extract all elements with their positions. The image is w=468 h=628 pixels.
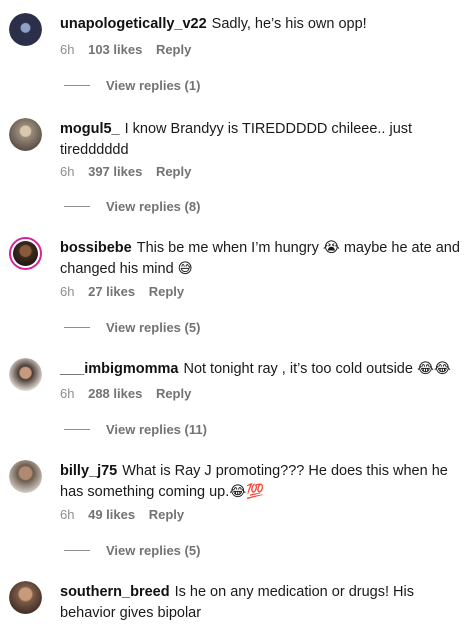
view-replies-button[interactable]: View replies (1) [64,78,200,93]
avatar[interactable] [9,237,42,270]
comment-username[interactable]: bossibebe [60,240,132,256]
avatar-image [9,13,42,46]
comment-likes[interactable]: 27 likes [88,284,135,299]
comment-text-block: bossibebe This be me when I’m hungry 😭 ma… [60,238,460,280]
comment-text-block: billy_j75 What is Ray J promoting??? He d… [60,461,460,503]
avatar-image [9,358,42,391]
comment-meta: 6h 27 likes Reply [60,284,194,299]
comment-username[interactable]: unapologetically_v22 [60,16,207,32]
comment-likes[interactable]: 103 likes [88,42,142,57]
comment-username[interactable]: mogul5_ [60,121,120,137]
comment-meta: 6h 288 likes Reply [60,386,201,401]
reply-button[interactable]: Reply [149,507,184,522]
comment-body: Not tonight ray , it’s too cold outside … [183,361,451,377]
view-replies-label: View replies (11) [106,422,207,437]
comment-body: Sadly, he’s his own opp! [211,16,367,32]
reply-button[interactable]: Reply [149,284,184,299]
comment-username[interactable]: billy_j75 [60,463,117,479]
reply-button[interactable]: Reply [156,164,191,179]
comment-username[interactable]: southern_breed [60,584,170,600]
comment-likes[interactable]: 397 likes [88,164,142,179]
avatar[interactable] [9,13,42,46]
avatar-image [9,581,42,614]
comment-timestamp: 6h [60,164,75,179]
view-replies-label: View replies (8) [106,199,201,214]
reply-button[interactable]: Reply [156,42,191,57]
view-replies-label: View replies (1) [106,78,201,93]
view-replies-button[interactable]: View replies (11) [64,422,207,437]
replies-divider-line [64,429,90,430]
comment-text-block: ___imbigmomma Not tonight ray , it’s too … [60,359,460,380]
replies-divider-line [64,206,90,207]
comment-timestamp: 6h [60,507,75,522]
view-replies-button[interactable]: View replies (5) [64,543,200,558]
comment-likes[interactable]: 288 likes [88,386,142,401]
replies-divider-line [64,327,90,328]
comment-likes[interactable]: 49 likes [88,507,135,522]
comment-body: What is Ray J promoting??? He does this … [60,463,448,500]
avatar[interactable] [9,460,42,493]
replies-divider-line [64,550,90,551]
avatar[interactable] [9,358,42,391]
view-replies-label: View replies (5) [106,543,201,558]
comment-timestamp: 6h [60,386,75,401]
comment-meta: 6h 397 likes Reply [60,164,201,179]
view-replies-label: View replies (5) [106,320,201,335]
comment-text-block: unapologetically_v22 Sadly, he’s his own … [60,14,460,35]
replies-divider-line [64,85,90,86]
avatar-image [9,460,42,493]
reply-button[interactable]: Reply [156,386,191,401]
comment-meta: 6h 103 likes Reply [60,42,201,57]
comment-username[interactable]: ___imbigmomma [60,361,178,377]
avatar[interactable] [9,581,42,614]
comment-text-block: southern_breed Is he on any medication or… [60,582,460,624]
view-replies-button[interactable]: View replies (5) [64,320,200,335]
comment-timestamp: 6h [60,42,75,57]
avatar-image [9,118,42,151]
comment-text-block: mogul5_ I know Brandyy is TIREDDDDD chile… [60,119,460,161]
avatar-image [13,241,38,266]
avatar[interactable] [9,118,42,151]
comment-meta: 6h 49 likes Reply [60,507,194,522]
view-replies-button[interactable]: View replies (8) [64,199,200,214]
comment-timestamp: 6h [60,284,75,299]
